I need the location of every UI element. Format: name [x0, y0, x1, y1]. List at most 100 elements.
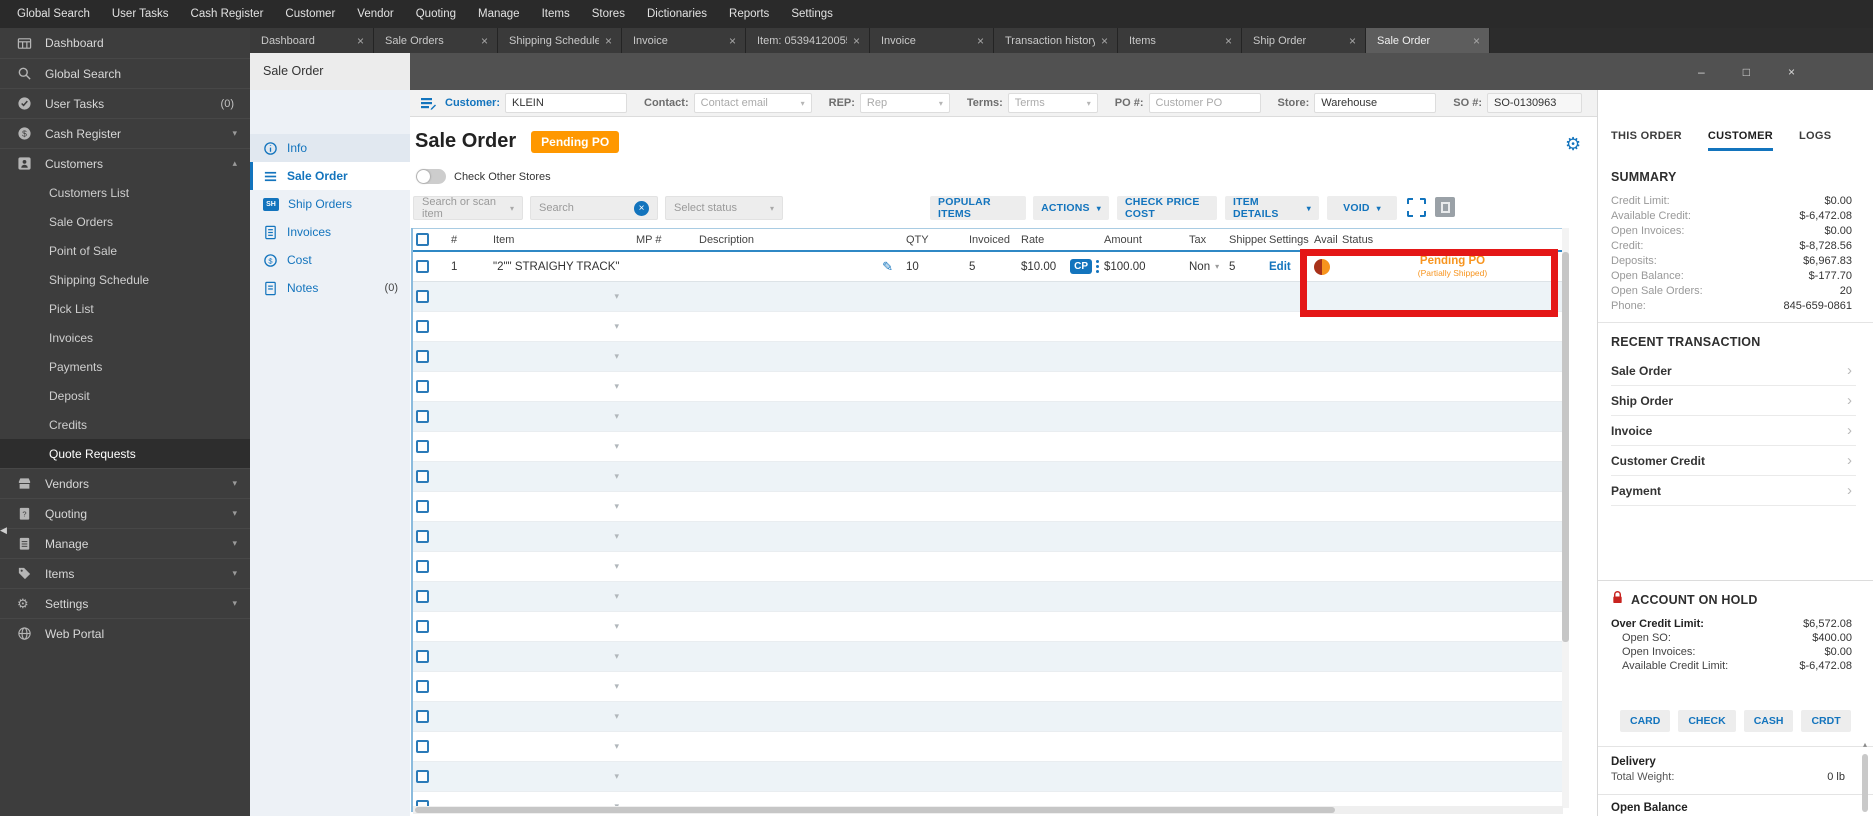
menu-settings[interactable]: Settings [780, 0, 844, 28]
tab-sale-order-active[interactable]: Sale Order × [1366, 28, 1490, 53]
table-row-empty[interactable]: ▾ [413, 702, 1563, 732]
terms-input[interactable]: Terms ▾ [1007, 93, 1098, 113]
row-checkbox[interactable] [416, 500, 429, 513]
table-row-empty[interactable]: ▾ [413, 672, 1563, 702]
sidebar-item-cash-register[interactable]: $ Cash Register ▾ [0, 118, 250, 148]
tab-transaction-history[interactable]: Transaction history × [994, 28, 1118, 53]
search-input[interactable]: Search × [530, 196, 658, 220]
chevron-down-icon[interactable]: ▾ [614, 561, 619, 572]
table-row-empty[interactable]: ▾ [413, 612, 1563, 642]
chevron-down-icon[interactable]: ▾ [614, 501, 619, 512]
item-details-button[interactable]: ITEM DETAILS ▾ [1225, 196, 1319, 220]
sidebar-item-manage[interactable]: Manage ▾ [0, 528, 250, 558]
menu-dictionaries[interactable]: Dictionaries [636, 0, 718, 28]
menu-vendor[interactable]: Vendor [346, 0, 404, 28]
row-checkbox[interactable] [416, 260, 429, 273]
table-row-empty[interactable]: ▾ [413, 342, 1563, 372]
row-checkbox[interactable] [416, 680, 429, 693]
recent-item-sale-order[interactable]: Sale Order › [1611, 356, 1856, 386]
tab-this-order[interactable]: THIS ORDER [1611, 130, 1682, 151]
tab-item[interactable]: Item: 053941200558× [746, 28, 870, 53]
subnav-item-notes[interactable]: Notes (0) [250, 274, 410, 302]
cp-badge[interactable]: CP [1070, 259, 1092, 274]
sidebar-item-pick-list[interactable]: Pick List [0, 294, 250, 323]
subnav-item-cost[interactable]: $ Cost [250, 246, 410, 274]
close-icon[interactable]: × [977, 35, 984, 47]
subnav-item-info[interactable]: Info [250, 134, 410, 162]
close-icon[interactable]: × [481, 35, 488, 47]
chevron-down-icon[interactable]: ▾ [614, 681, 619, 692]
chevron-down-icon[interactable]: ▾ [614, 291, 619, 302]
row-checkbox[interactable] [416, 290, 429, 303]
crdt-button[interactable]: CRDT [1801, 710, 1851, 732]
rep-input[interactable]: Rep ▾ [859, 93, 950, 113]
sidebar-item-shipping-schedule[interactable]: Shipping Schedule [0, 265, 250, 294]
table-row-empty[interactable]: ▾ [413, 732, 1563, 762]
cash-button[interactable]: CASH [1743, 710, 1794, 732]
contact-input[interactable]: Contact email ▾ [693, 93, 812, 113]
table-horizontal-scrollbar[interactable] [413, 806, 1563, 814]
clear-search-icon[interactable]: × [634, 200, 649, 216]
menu-global-search[interactable]: Global Search [6, 0, 101, 28]
row-checkbox[interactable] [416, 470, 429, 483]
sidebar-item-vendors[interactable]: Vendors ▾ [0, 468, 250, 498]
close-icon[interactable]: × [1225, 35, 1232, 47]
menu-reports[interactable]: Reports [718, 0, 780, 28]
sidebar-item-global-search[interactable]: Global Search [0, 58, 250, 88]
table-row-empty[interactable]: ▾ [413, 432, 1563, 462]
tab-customer[interactable]: CUSTOMER [1707, 130, 1773, 151]
close-icon[interactable]: × [1349, 35, 1356, 47]
tab-logs[interactable]: LOGS [1799, 130, 1831, 151]
sidebar-item-quoting[interactable]: ? Quoting ▾ [0, 498, 250, 528]
sidebar-item-payments[interactable]: Payments [0, 352, 250, 381]
sidebar-item-quote-requests[interactable]: Quote Requests [0, 439, 250, 468]
table-row-empty[interactable]: ▾ [413, 552, 1563, 582]
edit-list-icon[interactable] [420, 96, 436, 110]
sidebar-item-customers-list[interactable]: Customers List [0, 178, 250, 207]
close-icon[interactable]: × [853, 35, 860, 47]
sidebar-collapse-arrow[interactable]: ◀ [0, 525, 7, 536]
tab-ship-order[interactable]: Ship Order × [1242, 28, 1366, 53]
row-checkbox[interactable] [416, 590, 429, 603]
sidebar-item-user-tasks[interactable]: User Tasks (0) [0, 88, 250, 118]
table-vertical-scrollbar[interactable] [1562, 228, 1569, 808]
row-checkbox[interactable] [416, 410, 429, 423]
check-other-stores-toggle[interactable] [416, 169, 446, 184]
select-all-checkbox[interactable] [416, 233, 429, 246]
sidebar-item-invoices[interactable]: Invoices [0, 323, 250, 352]
po-input[interactable]: Customer PO [1148, 93, 1261, 113]
menu-quoting[interactable]: Quoting [405, 0, 467, 28]
close-icon[interactable]: × [605, 35, 612, 47]
row-checkbox[interactable] [416, 380, 429, 393]
subnav-item-sale-order[interactable]: Sale Order [250, 162, 410, 190]
row-checkbox[interactable] [416, 620, 429, 633]
close-icon[interactable]: × [357, 35, 364, 47]
tab-dashboard[interactable]: Dashboard × [250, 28, 374, 53]
menu-items[interactable]: Items [531, 0, 581, 28]
chevron-down-icon[interactable]: ▾ [614, 621, 619, 632]
sidebar-item-items[interactable]: Items ▾ [0, 558, 250, 588]
table-row-empty[interactable]: ▾ [413, 582, 1563, 612]
chevron-down-icon[interactable]: ▾ [614, 381, 619, 392]
close-icon[interactable]: × [1101, 35, 1108, 47]
chevron-down-icon[interactable]: ▾ [614, 711, 619, 722]
scroll-up-icon[interactable]: ▴ [1861, 740, 1869, 749]
row-checkbox[interactable] [416, 650, 429, 663]
close-icon[interactable]: × [1473, 35, 1480, 47]
void-button[interactable]: VOID ▾ [1327, 196, 1397, 220]
store-input[interactable]: Warehouse [1314, 93, 1437, 113]
selection-mode-icon[interactable] [1407, 198, 1426, 217]
table-row-empty[interactable]: ▾ [413, 522, 1563, 552]
check-price-cost-button[interactable]: CHECK PRICE COST [1117, 196, 1217, 220]
window-close-button[interactable]: × [1788, 66, 1795, 78]
row-checkbox[interactable] [416, 740, 429, 753]
status-filter-dropdown[interactable]: Select status ▾ [665, 196, 783, 220]
sidebar-item-settings[interactable]: ⚙ Settings ▾ [0, 588, 250, 618]
recent-item-payment[interactable]: Payment › [1611, 476, 1856, 506]
tab-shipping-schedule[interactable]: Shipping Schedule × [498, 28, 622, 53]
table-row-empty[interactable]: ▾ [413, 642, 1563, 672]
sidebar-item-deposit[interactable]: Deposit [0, 381, 250, 410]
chevron-down-icon[interactable]: ▾ [614, 351, 619, 362]
chevron-down-icon[interactable]: ▾ [614, 651, 619, 662]
chevron-down-icon[interactable]: ▾ [614, 471, 619, 482]
